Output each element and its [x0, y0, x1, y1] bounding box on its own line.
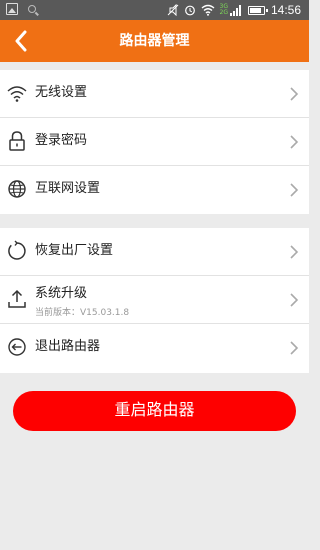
current-version: 当前版本：V15.03.1.8: [35, 308, 130, 318]
lock-icon: [9, 131, 25, 151]
menu-item-label: 无线设置: [35, 85, 88, 100]
chevron-right-icon: [290, 183, 299, 197]
alarm-icon: [184, 5, 195, 16]
upload-icon: [8, 289, 26, 308]
menu-item-wireless-settings[interactable]: 无线设置: [0, 70, 309, 118]
menu-item-label: 系统升级: [35, 286, 88, 301]
chevron-right-icon: [290, 245, 299, 259]
chevron-right-icon: [290, 293, 299, 307]
battery-icon: [247, 5, 268, 15]
signal-icon: [229, 4, 242, 16]
settings-group-system: 恢复出厂设置 系统升级 当前版本：V15.03.1.8 退出路由器: [0, 228, 309, 373]
network-type: 3G 2G: [220, 4, 228, 16]
menu-item-system-upgrade[interactable]: 系统升级 当前版本：V15.03.1.8: [0, 276, 309, 324]
search-icon: [28, 5, 36, 13]
menu-item-label: 恢复出厂设置: [35, 243, 114, 258]
chevron-right-icon: [290, 87, 299, 101]
chevron-right-icon: [290, 135, 299, 149]
page-title: 路由器管理: [119, 33, 190, 49]
settings-group-network: 无线设置 登录密码 互联网设置: [0, 70, 309, 214]
menu-item-factory-reset[interactable]: 恢复出厂设置: [0, 228, 309, 276]
menu-item-internet-settings[interactable]: 互联网设置: [0, 166, 309, 214]
restore-icon: [8, 240, 26, 260]
net-type-bottom: 2G: [219, 9, 228, 16]
menu-item-exit-router[interactable]: 退出路由器: [0, 324, 309, 372]
chevron-right-icon: [290, 341, 299, 355]
clock: 14:56: [270, 3, 301, 17]
exit-icon: [8, 338, 26, 356]
menu-item-label: 登录密码: [35, 133, 88, 148]
globe-icon: [8, 180, 26, 198]
mute-icon: [167, 4, 178, 16]
wifi-icon: [7, 86, 27, 102]
image-icon: [6, 3, 18, 15]
status-bar: 3G 2G 14:56: [0, 0, 309, 20]
reboot-router-button[interactable]: 重启路由器: [13, 391, 296, 431]
wifi-icon: [201, 4, 214, 16]
app-header: 路由器管理: [0, 20, 309, 62]
menu-item-label: 互联网设置: [35, 181, 101, 196]
menu-item-login-password[interactable]: 登录密码: [0, 118, 309, 166]
menu-item-label: 退出路由器: [35, 339, 101, 354]
